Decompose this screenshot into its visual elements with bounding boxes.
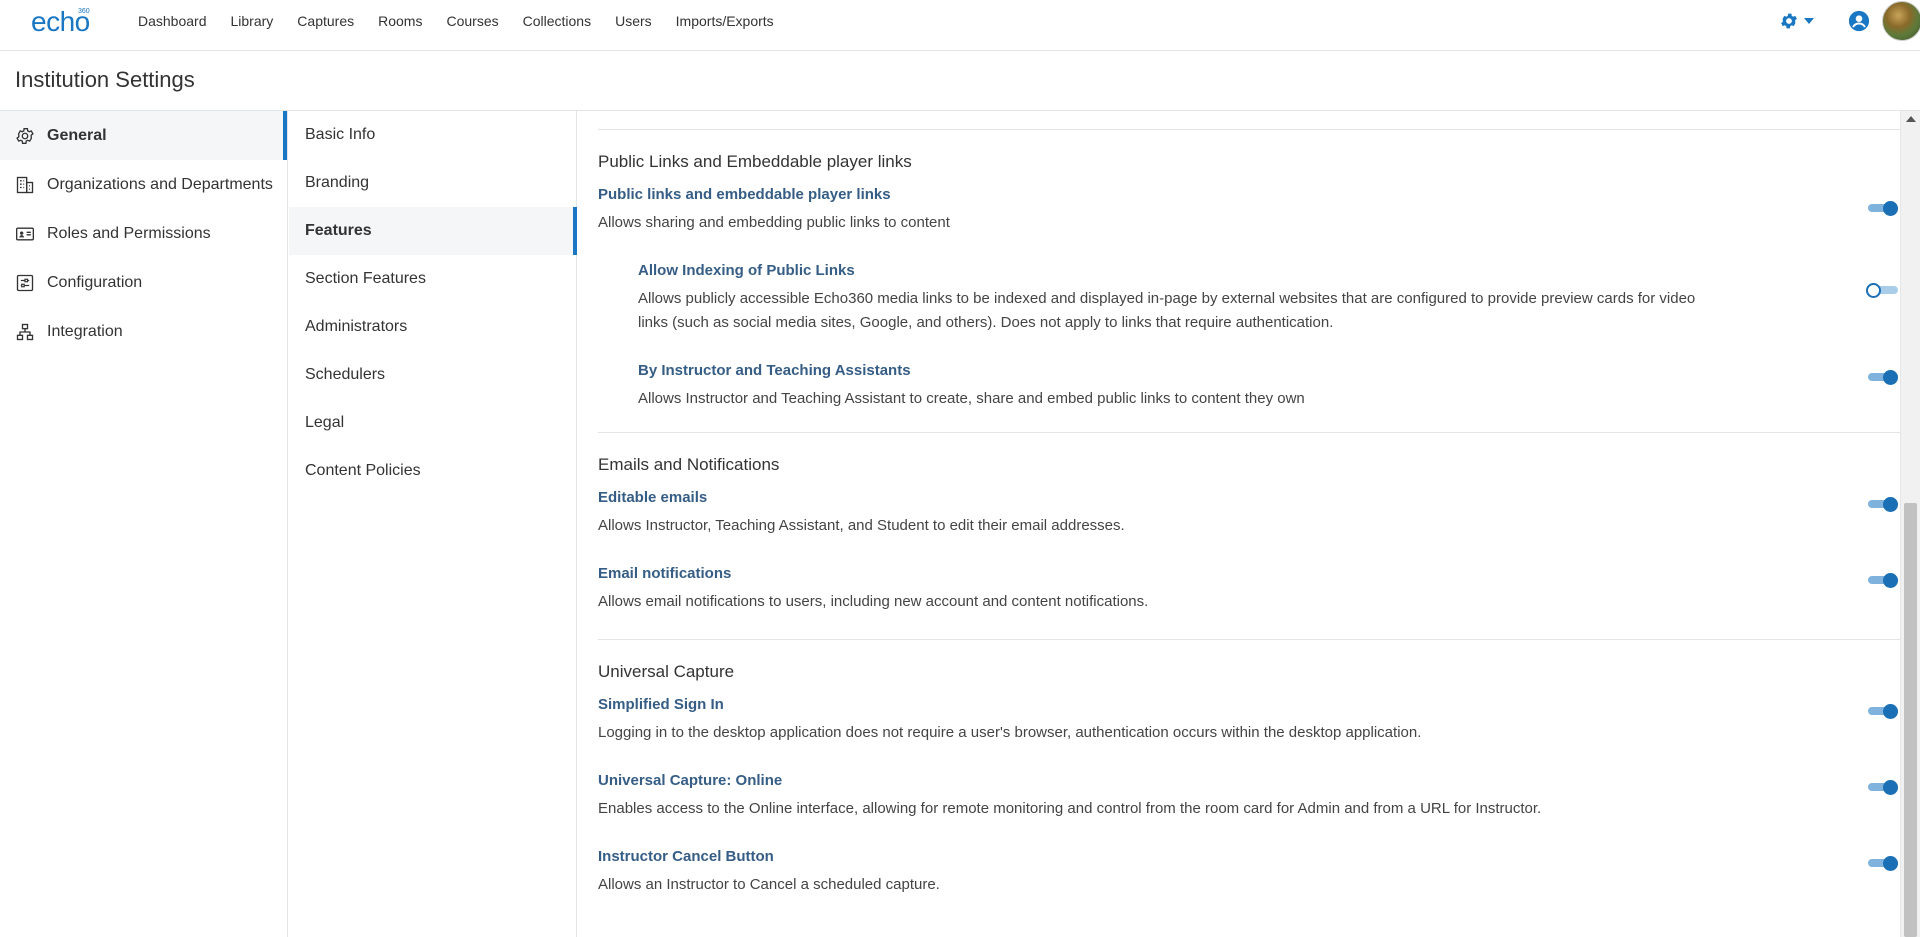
nav-captures[interactable]: Captures [297, 13, 354, 29]
gear-icon [16, 127, 34, 144]
toggle-public-links[interactable] [1866, 198, 1900, 218]
submenu-item-features[interactable]: Features [289, 207, 577, 255]
setting-instructor-cancel-button: Instructor Cancel Button Allows an Instr… [598, 848, 1900, 918]
setting-description: Allows an Instructor to Cancel a schedul… [598, 876, 940, 893]
setting-name: Email notifications [598, 565, 732, 582]
network-icon [16, 323, 34, 340]
toggle-instructor-cancel-button[interactable] [1866, 853, 1900, 873]
sidebar-item-label: Integration [47, 322, 123, 340]
setting-description: Allows Instructor and Teaching Assistant… [638, 390, 1305, 407]
submenu-item-legal[interactable]: Legal [289, 399, 576, 447]
setting-public-links: Public links and embeddable player links… [598, 186, 1900, 262]
content-scrollbar[interactable] [1900, 111, 1920, 937]
nav-users[interactable]: Users [615, 13, 652, 29]
nav-collections[interactable]: Collections [523, 13, 591, 29]
submenu-item-schedulers[interactable]: Schedulers [289, 351, 576, 399]
section-emails-notifications: Emails and Notifications Editable emails… [598, 432, 1900, 639]
setting-editable-emails: Editable emails Allows Instructor, Teach… [598, 489, 1900, 565]
building-icon [16, 176, 34, 193]
nav-rooms[interactable]: Rooms [378, 13, 422, 29]
nav-courses[interactable]: Courses [446, 13, 498, 29]
echo360-logo[interactable]: echo 360 [31, 6, 101, 40]
toggle-by-instructor-ta[interactable] [1866, 367, 1900, 387]
submenu-item-section-features[interactable]: Section Features [289, 255, 576, 303]
page-title: Institution Settings [15, 67, 195, 92]
setting-description: Allows publicly accessible Echo360 media… [638, 290, 1696, 331]
main-nav: Dashboard Library Captures Rooms Courses… [126, 0, 786, 41]
sidebar-item-roles[interactable]: Roles and Permissions [0, 209, 287, 258]
sidebar-item-configuration[interactable]: Configuration [0, 258, 287, 307]
scrollbar-thumb[interactable] [1904, 503, 1917, 937]
features-settings-panel: Public Links and Embeddable player links… [578, 111, 1900, 937]
setting-simplified-sign-in: Simplified Sign In Logging in to the des… [598, 696, 1900, 772]
setting-name: Universal Capture: Online [598, 772, 783, 789]
nav-imports-exports[interactable]: Imports/Exports [676, 13, 774, 29]
setting-name: Editable emails [598, 489, 708, 506]
setting-description: Allows email notifications to users, inc… [598, 593, 1149, 610]
sidebar-item-organizations[interactable]: Organizations and Departments [0, 160, 287, 209]
toggle-universal-capture-online[interactable] [1866, 777, 1900, 797]
setting-description: Logging in to the desktop application do… [598, 724, 1422, 741]
sidebar-item-label: Roles and Permissions [47, 224, 211, 242]
setting-universal-capture-online: Universal Capture: Online Enables access… [598, 772, 1900, 848]
toggle-email-notifications[interactable] [1866, 570, 1900, 590]
setting-description: Enables access to the Online interface, … [598, 800, 1542, 817]
sidebar-item-general[interactable]: General [0, 111, 287, 160]
setting-allow-indexing: Allow Indexing of Public Links Allows pu… [598, 262, 1900, 362]
nav-dashboard[interactable]: Dashboard [138, 13, 207, 29]
section-title: Emails and Notifications [598, 455, 780, 474]
sidebar-item-label: Configuration [47, 273, 143, 291]
setting-name: Instructor Cancel Button [598, 848, 774, 865]
section-universal-capture: Universal Capture Simplified Sign In Log… [598, 639, 1900, 918]
sidebar-item-label: Organizations and Departments [47, 175, 273, 193]
toggle-editable-emails[interactable] [1866, 494, 1900, 514]
general-submenu: Basic Info Branding Features Section Fea… [289, 111, 577, 937]
sidebar-item-label: General [47, 126, 107, 144]
sliders-icon [16, 274, 34, 291]
sidebar-item-integration[interactable]: Integration [0, 307, 287, 356]
setting-name: Allow Indexing of Public Links [638, 262, 855, 279]
top-navigation-bar: echo 360 Dashboard Library Captures Room… [0, 0, 1920, 51]
setting-description: Allows sharing and embedding public link… [598, 214, 950, 231]
setting-name: Simplified Sign In [598, 696, 724, 713]
settings-menu-button[interactable] [1779, 11, 1814, 31]
scroll-up-arrow-icon[interactable] [1906, 116, 1916, 122]
gear-icon [1781, 13, 1797, 28]
page-header: Institution Settings [0, 51, 1920, 111]
id-card-icon [16, 227, 34, 240]
section-public-links: Public Links and Embeddable player links… [598, 129, 1900, 432]
chevron-down-icon [1804, 17, 1814, 24]
user-circle-icon[interactable] [1848, 10, 1870, 32]
setting-name: Public links and embeddable player links [598, 186, 891, 203]
header-actions [1779, 0, 1920, 41]
setting-description: Allows Instructor, Teaching Assistant, a… [598, 517, 1125, 534]
submenu-item-basic-info[interactable]: Basic Info [289, 111, 576, 159]
section-title: Universal Capture [598, 662, 735, 681]
setting-email-notifications: Email notifications Allows email notific… [598, 565, 1900, 639]
submenu-item-branding[interactable]: Branding [289, 159, 576, 207]
section-title: Public Links and Embeddable player links [598, 152, 912, 171]
toggle-simplified-sign-in[interactable] [1866, 701, 1900, 721]
logo-superscript: 360 [78, 8, 90, 15]
settings-sidebar: General Organizations and Departments Ro… [0, 111, 288, 937]
avatar[interactable] [1882, 0, 1920, 41]
setting-by-instructor-ta: By Instructor and Teaching Assistants Al… [598, 362, 1900, 432]
nav-library[interactable]: Library [231, 13, 274, 29]
submenu-item-administrators[interactable]: Administrators [289, 303, 576, 351]
toggle-allow-indexing[interactable] [1866, 280, 1900, 300]
setting-name: By Instructor and Teaching Assistants [638, 362, 911, 379]
submenu-item-content-policies[interactable]: Content Policies [289, 447, 576, 495]
